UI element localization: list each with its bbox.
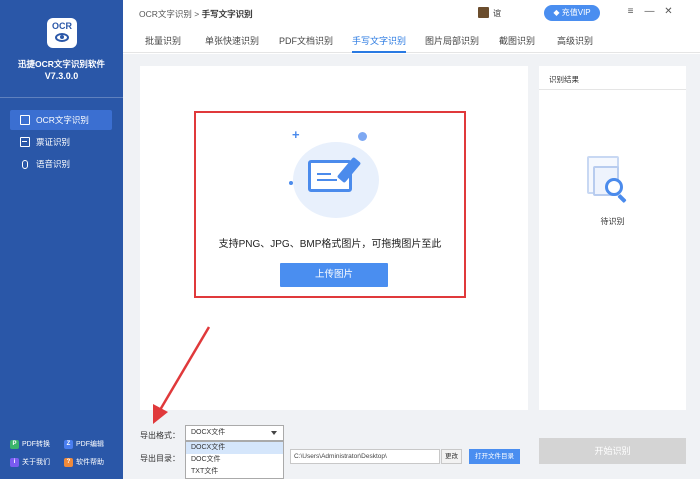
- upload-drop-zone[interactable]: + 支持PNG、JPG、BMP格式图片，可拖拽图片至此 上传图片: [194, 111, 466, 298]
- info-icon: i: [10, 457, 19, 467]
- dot-decoration: [358, 132, 367, 141]
- logo-text: OCR: [52, 21, 72, 31]
- open-dir-button[interactable]: 打开文件目录: [469, 449, 520, 464]
- search-image-icon: [583, 156, 633, 206]
- diamond-icon: ◆: [553, 8, 562, 17]
- pdf-convert-link[interactable]: P PDF转换: [10, 439, 64, 449]
- upload-image-button[interactable]: 上传图片: [280, 263, 388, 287]
- breadcrumb: OCR文字识别 > 手写文字识别: [139, 8, 253, 20]
- sidebar: OCR 迅捷OCR文字识别软件 V7.3.0.0 OCR文字识别 票证识别 语音…: [0, 0, 123, 479]
- result-panel: 识别结果 待识别: [539, 66, 686, 410]
- tab-handwriting[interactable]: 手写文字识别: [352, 34, 407, 53]
- format-option[interactable]: DOC文件: [186, 454, 283, 466]
- sidebar-item-label: 语音识别: [36, 159, 71, 169]
- change-dir-button[interactable]: 更改: [441, 449, 462, 464]
- result-title: 识别结果: [549, 75, 579, 84]
- help-label: 软件帮助: [76, 459, 104, 466]
- start-recognition-button[interactable]: 开始识别: [539, 438, 686, 464]
- tab-pdf[interactable]: PDF文档识别: [279, 34, 333, 53]
- tab-batch[interactable]: 批量识别: [145, 34, 181, 53]
- pdf-edit-icon: Z: [64, 439, 73, 449]
- pdf-edit-label: PDF编辑: [76, 441, 104, 448]
- top-bar: OCR文字识别 > 手写文字识别 谊 ◆ 充值VIP ≡ — ✕: [123, 0, 700, 26]
- pdf-edit-link[interactable]: Z PDF编辑: [64, 439, 118, 449]
- mic-icon: [22, 159, 28, 169]
- tab-bar: 批量识别 单张快速识别 PDF文档识别 手写文字识别 图片局部识别 截图识别 高…: [123, 26, 700, 53]
- caret-down-icon: [271, 431, 277, 435]
- result-status: 待识别: [600, 217, 625, 226]
- help-link[interactable]: ? 软件帮助: [64, 457, 118, 467]
- tab-single[interactable]: 单张快速识别: [205, 34, 259, 53]
- tab-advanced[interactable]: 高级识别: [557, 34, 593, 53]
- format-option[interactable]: TXT文件: [186, 466, 283, 478]
- app-logo: OCR: [47, 18, 77, 48]
- avatar[interactable]: [478, 7, 489, 18]
- export-format-label: 导出格式：: [140, 431, 180, 440]
- vip-button[interactable]: ◆ 充值VIP: [544, 5, 600, 21]
- sidebar-item-voice[interactable]: 语音识别: [10, 154, 112, 174]
- plus-icon: +: [292, 127, 300, 142]
- export-dir-label: 导出目录：: [140, 454, 180, 463]
- user-name[interactable]: 谊: [493, 8, 501, 19]
- menu-icon[interactable]: ≡: [621, 4, 640, 20]
- tab-screenshot[interactable]: 截图识别: [499, 34, 535, 53]
- window-controls: ≡ — ✕: [621, 4, 678, 20]
- pdf-convert-label: PDF转换: [22, 441, 50, 448]
- app-name: 迅捷OCR文字识别软件: [18, 59, 105, 69]
- about-link[interactable]: i 关于我们: [10, 457, 64, 467]
- breadcrumb-current: 手写文字识别: [201, 9, 253, 19]
- export-format-select[interactable]: DOCX文件: [185, 425, 284, 441]
- minimize-icon[interactable]: —: [640, 4, 659, 20]
- result-divider: [539, 89, 686, 90]
- breadcrumb-separator: >: [191, 9, 202, 19]
- about-label: 关于我们: [22, 459, 50, 466]
- dot-decoration: [289, 181, 293, 185]
- vip-label: 充值VIP: [561, 8, 591, 17]
- ticket-icon: [20, 137, 30, 147]
- pdf-convert-icon: P: [10, 439, 19, 449]
- tab-partial[interactable]: 图片局部识别: [425, 34, 479, 53]
- export-dir-input[interactable]: C:\Users\Administrator\Desktop\: [290, 449, 440, 464]
- scan-icon: [20, 115, 30, 125]
- sidebar-item-label: OCR文字识别: [36, 115, 89, 125]
- format-option[interactable]: DOCX文件: [186, 442, 283, 454]
- sidebar-divider: [0, 97, 123, 98]
- export-format-dropdown: DOCX文件 DOC文件 TXT文件: [185, 441, 284, 479]
- eye-icon: [55, 33, 69, 42]
- help-icon: ?: [64, 457, 73, 467]
- sidebar-item-label: 票证识别: [36, 137, 71, 147]
- close-icon[interactable]: ✕: [659, 4, 678, 20]
- sidebar-item-ocr[interactable]: OCR文字识别: [10, 110, 112, 130]
- sidebar-item-ticket[interactable]: 票证识别: [10, 132, 112, 152]
- sidebar-bottom-links: P PDF转换 Z PDF编辑 i 关于我们 ? 软件帮助: [10, 436, 118, 472]
- upload-hint: 支持PNG、JPG、BMP格式图片，可拖拽图片至此: [218, 239, 442, 250]
- app-version: V7.3.0.0: [44, 71, 79, 81]
- sidebar-nav: OCR文字识别 票证识别 语音识别: [10, 110, 112, 176]
- breadcrumb-root[interactable]: OCR文字识别: [139, 9, 192, 19]
- export-format-value: DOCX文件: [191, 429, 226, 436]
